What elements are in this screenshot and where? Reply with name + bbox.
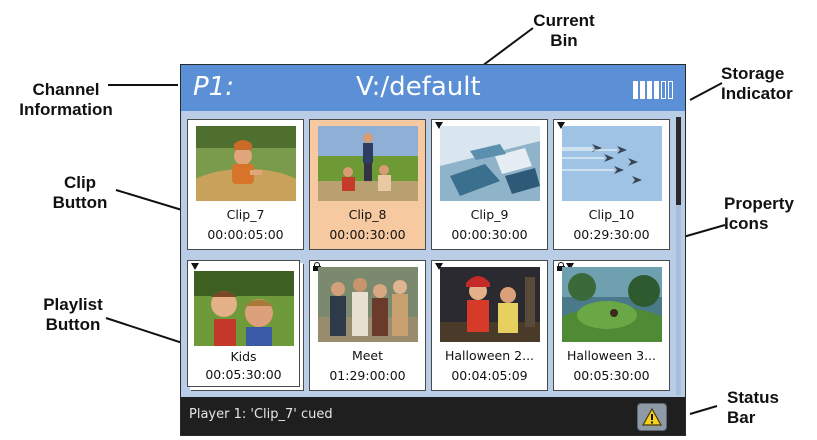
clip-thumbnail [562,267,662,342]
marker-triangle-icon [191,263,199,270]
clip-button-callout: Clip Button [52,173,108,212]
clip-name: Kids [230,349,257,364]
warning-button[interactable] [637,403,667,431]
clip-button[interactable]: Clip_8 00:00:30:00 [309,119,426,250]
storage-indicator [633,81,677,99]
clip-button[interactable]: Clip_9 00:00:30:00 [431,119,548,250]
playlist-button-callout: Playlist Button [43,295,103,334]
clip-thumbnail [196,126,296,201]
clip-thumbnail [440,126,540,201]
clip-duration: 01:29:00:00 [329,368,406,383]
scrollbar[interactable] [676,117,681,395]
property-icons-callout: Property Icons [724,194,794,233]
status-bar: Player 1: 'Clip_7' cued [181,397,685,435]
clip-thumbnail [562,126,662,201]
storage-indicator-callout: Storage Indicator [721,64,793,103]
clip-name: Clip_10 [588,207,635,222]
header-bar: P1: V:/default [181,65,685,111]
clip-button[interactable]: Halloween 3... 00:05:30:00 [553,260,670,391]
scrollbar-thumb[interactable] [676,117,681,205]
clip-name: Clip_9 [470,207,509,222]
playlist-button[interactable]: Kids 00:05:30:00 [187,260,300,387]
clip-button[interactable]: Meet 01:29:00:00 [309,260,426,391]
current-bin-callout: Current Bin [533,11,595,50]
current-bin-label[interactable]: V:/default [356,72,481,102]
clip-duration: 00:05:30:00 [573,368,650,383]
clip-duration: 00:04:05:09 [451,368,528,383]
status-bar-callout: Status Bar [727,388,779,427]
clip-name: Clip_7 [226,207,265,222]
clip-button[interactable]: Clip_7 00:00:05:00 [187,119,304,250]
clip-name: Meet [351,348,384,363]
status-message: Player 1: 'Clip_7' cued [189,407,333,422]
channel-information-callout: Channel Information [19,80,113,119]
clip-name: Halloween 3... [566,348,657,363]
clip-duration: 00:29:30:00 [573,227,650,242]
clip-thumbnail [318,267,418,342]
clip-name: Halloween 2... [444,348,535,363]
clip-thumbnail [194,271,294,346]
clip-duration: 00:00:30:00 [451,227,528,242]
storage-bar-filled [647,81,652,99]
clip-thumbnail [440,267,540,342]
clip-duration: 00:05:30:00 [205,367,282,382]
channel-label[interactable]: P1: [193,72,234,102]
storage-bar-filled [640,81,645,99]
storage-bar-filled [633,81,638,99]
storage-bar-empty [668,81,673,99]
clip-thumbnail [318,126,418,201]
clip-button[interactable]: Halloween 2... 00:04:05:09 [431,260,548,391]
storage-bar-empty [661,81,666,99]
device-screen: P1: V:/default Clip_7 00:00:05:00 Clip_8 00… [180,64,686,436]
clip-button[interactable]: Clip_10 00:29:30:00 [553,119,670,250]
clip-name: Clip_8 [348,207,387,222]
warning-icon [641,407,663,426]
clip-duration: 00:00:05:00 [207,227,284,242]
clip-duration: 00:00:30:00 [329,227,406,242]
clip-grid: Clip_7 00:00:05:00 Clip_8 00:00:30:00 Clip_9… [185,117,670,395]
storage-bar-filled [654,81,659,99]
